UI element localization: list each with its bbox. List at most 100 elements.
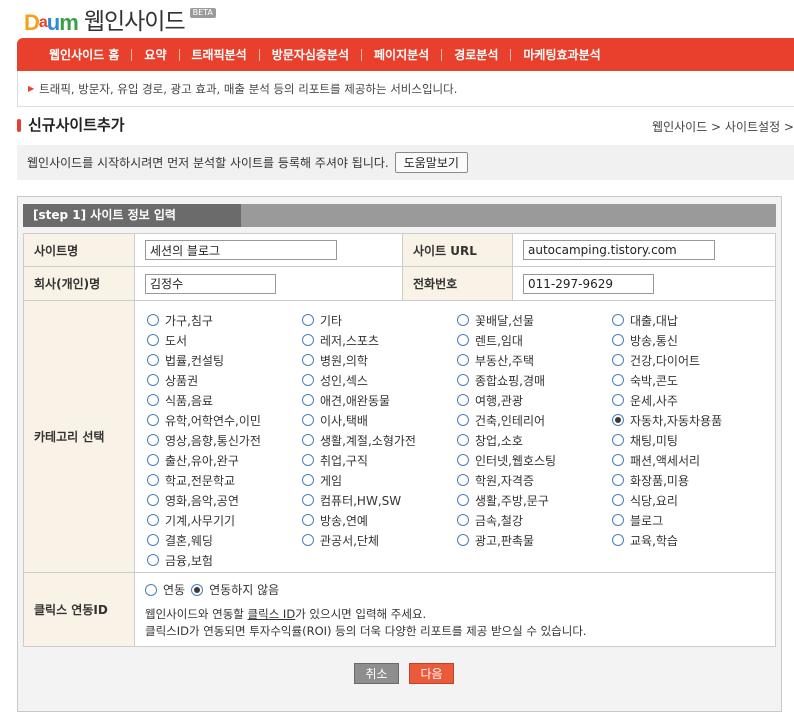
category-radio-option[interactable]: 도서 (147, 330, 302, 350)
category-radio-option[interactable]: 게임 (302, 470, 457, 490)
category-radio-option[interactable]: 유학,어학연수,이민 (147, 410, 302, 430)
phone-input[interactable] (523, 273, 654, 294)
clix-note-1-post: 가 있으시면 입력해 주세요. (295, 606, 427, 621)
clix-nolink-radio[interactable]: 연동하지 않음 (191, 580, 279, 600)
category-radio-option[interactable]: 레저,스포츠 (302, 330, 457, 350)
radio-off-icon (457, 354, 469, 366)
category-radio-option[interactable]: 채팅,미팅 (612, 430, 767, 450)
category-option-label: 숙박,콘도 (630, 373, 678, 388)
category-radio-option[interactable]: 방송,연예 (302, 510, 457, 530)
category-radio-option[interactable]: 금융,보험 (147, 550, 302, 570)
category-option-label: 건축,인테리어 (475, 413, 546, 428)
category-radio-option[interactable]: 방송,통신 (612, 330, 767, 350)
category-radio-option[interactable]: 건강,다이어트 (612, 350, 767, 370)
category-radio-option[interactable]: 성인,섹스 (302, 370, 457, 390)
site-name-input[interactable] (145, 240, 337, 260)
category-radio-option[interactable]: 상품권 (147, 370, 302, 390)
clix-link-radio[interactable]: 연동 (145, 580, 185, 600)
bullet-arrow-icon: ▶ (28, 84, 35, 93)
category-radio-option[interactable]: 금속,철강 (457, 510, 612, 530)
category-radio-option[interactable]: 숙박,콘도 (612, 370, 767, 390)
breadcrumb[interactable]: 웹인사이드 > 사이트설정 > (652, 118, 794, 135)
category-radio-option[interactable]: 인터넷,웹호스팅 (457, 450, 612, 470)
category-radio-option[interactable]: 식당,요리 (612, 490, 767, 510)
category-option-label: 도서 (165, 333, 188, 348)
app-title[interactable]: 웹인사이드 (84, 10, 186, 34)
radio-off-icon (147, 434, 159, 446)
radio-off-icon (612, 514, 624, 526)
category-option-label: 건강,다이어트 (630, 353, 701, 368)
category-radio-option[interactable]: 결혼,웨딩 (147, 530, 302, 550)
category-radio-option[interactable]: 학교,전문학교 (147, 470, 302, 490)
radio-off-icon (612, 494, 624, 506)
radio-off-icon (147, 314, 159, 326)
radio-off-icon (147, 394, 159, 406)
category-radio-option[interactable]: 법률,컨설팅 (147, 350, 302, 370)
category-radio-option[interactable]: 꽃배달,선물 (457, 310, 612, 330)
category-radio-option[interactable]: 부동산,주택 (457, 350, 612, 370)
category-radio-option[interactable]: 운세,사주 (612, 390, 767, 410)
category-radio-option[interactable]: 출산,유아,완구 (147, 450, 302, 470)
radio-off-icon (457, 314, 469, 326)
clix-nolink-label: 연동하지 않음 (209, 583, 280, 597)
nav-item-path[interactable]: 경로분석 (442, 48, 510, 62)
help-button[interactable]: 도움말보기 (394, 152, 468, 173)
category-option-label: 상품권 (165, 373, 199, 388)
nav-item-visitor[interactable]: 방문자심층분석 (260, 48, 361, 62)
category-radio-option[interactable]: 식품,음료 (147, 390, 302, 410)
radio-off-icon (457, 454, 469, 466)
category-option-label: 학교,전문학교 (165, 473, 236, 488)
category-option-label: 방송,연예 (320, 513, 368, 528)
category-radio-option[interactable]: 생활,계절,소형가전 (302, 430, 457, 450)
company-input[interactable] (145, 273, 276, 294)
radio-off-icon (612, 474, 624, 486)
category-radio-option[interactable]: 관공서,단체 (302, 530, 457, 550)
category-radio-option[interactable]: 애견,애완동물 (302, 390, 457, 410)
category-radio-option[interactable]: 대출,대납 (612, 310, 767, 330)
category-radio-option[interactable]: 영상,음향,통신가전 (147, 430, 302, 450)
nav-item-page[interactable]: 페이지분석 (362, 48, 441, 62)
daum-logo[interactable]: D a u m (24, 12, 79, 34)
cancel-button[interactable]: 취소 (354, 663, 399, 684)
clix-note-1-pre: 웹인사이드와 연동할 (145, 606, 248, 621)
site-url-input[interactable] (523, 240, 715, 260)
category-radio-option[interactable]: 기타 (302, 310, 457, 330)
category-radio-option[interactable]: 여행,관광 (457, 390, 612, 410)
category-radio-option[interactable]: 화장품,미용 (612, 470, 767, 490)
category-radio-option[interactable]: 교육,학습 (612, 530, 767, 550)
logo-letter-a: a (38, 14, 48, 31)
title-marker-icon (17, 119, 21, 132)
category-radio-option[interactable]: 블로그 (612, 510, 767, 530)
clix-id-link[interactable]: 클릭스 ID (248, 607, 296, 621)
nav-item-traffic[interactable]: 트래픽분석 (180, 48, 259, 62)
category-option-label: 자동차,자동차용품 (630, 413, 723, 428)
category-radio-option[interactable]: 이사,택배 (302, 410, 457, 430)
category-radio-option[interactable]: 광고,판촉물 (457, 530, 612, 550)
category-radio-option[interactable]: 자동차,자동차용품 (612, 410, 767, 430)
category-option-label: 방송,통신 (630, 333, 678, 348)
nav-item-home[interactable]: 웹인사이드 홈 (37, 48, 131, 62)
category-label: 카테고리 선택 (24, 301, 134, 572)
form-row-clix: 클릭스 연동ID 연동 연동하지 않음 웹인사이드와 연동할 클릭스 ID가 있… (23, 573, 776, 647)
category-radio-option[interactable]: 생활,주방,문구 (457, 490, 612, 510)
category-radio-option[interactable]: 창업,소호 (457, 430, 612, 450)
nav-item-summary[interactable]: 요약 (132, 48, 178, 62)
category-option-label: 렌트,임대 (475, 333, 523, 348)
next-button[interactable]: 다음 (409, 663, 454, 684)
nav-item-marketing[interactable]: 마케팅효과분석 (511, 48, 612, 62)
category-radio-option[interactable]: 건축,인테리어 (457, 410, 612, 430)
category-radio-option[interactable]: 영화,음악,공연 (147, 490, 302, 510)
category-option-label: 게임 (320, 473, 343, 488)
category-radio-option[interactable]: 가구,침구 (147, 310, 302, 330)
form-row-category: 카테고리 선택 가구,침구 기타 꽃배달,선물 대출,대납 도서 레저,스포츠 렌트,임대 방… (23, 301, 776, 573)
category-radio-option[interactable]: 컴퓨터,HW,SW (302, 490, 457, 510)
category-radio-option[interactable]: 렌트,임대 (457, 330, 612, 350)
category-radio-option[interactable]: 병원,의학 (302, 350, 457, 370)
radio-off-icon (612, 314, 624, 326)
category-radio-option[interactable]: 패션,액세서리 (612, 450, 767, 470)
step-bar: [step 1] 사이트 정보 입력 (23, 204, 776, 227)
category-radio-option[interactable]: 기계,사무기기 (147, 510, 302, 530)
category-radio-option[interactable]: 취업,구직 (302, 450, 457, 470)
category-radio-option[interactable]: 종합쇼핑,경매 (457, 370, 612, 390)
category-radio-option[interactable]: 학원,자격증 (457, 470, 612, 490)
